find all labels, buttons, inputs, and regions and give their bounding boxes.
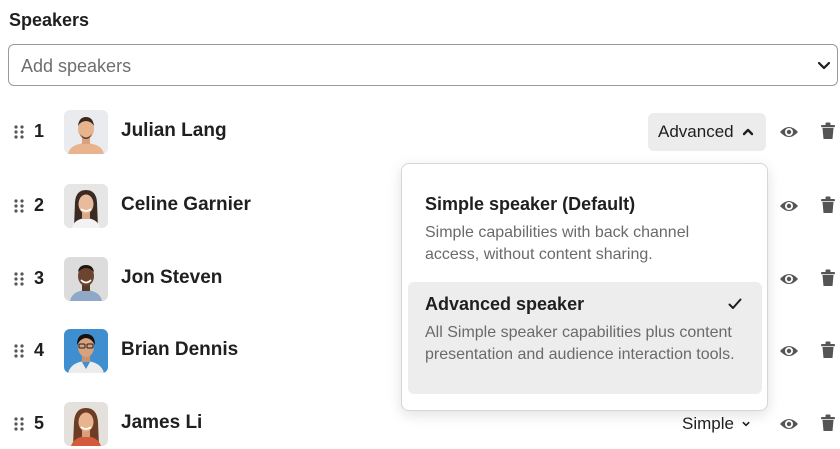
speaker-name: Julian Lang xyxy=(121,120,227,141)
add-speakers-placeholder: Add speakers xyxy=(21,56,132,76)
add-speakers-input[interactable]: Add speakers xyxy=(8,44,838,86)
speaker-number: 2 xyxy=(34,195,45,215)
eye-icon[interactable] xyxy=(779,342,799,360)
avatar xyxy=(64,110,108,154)
speaker-row: 1 Julian Lang Advanced xyxy=(0,109,840,157)
checkmark-icon xyxy=(728,298,742,309)
eye-icon[interactable] xyxy=(779,123,799,141)
drag-handle-icon[interactable] xyxy=(14,344,24,358)
avatar xyxy=(64,329,108,373)
role-option-description: Simple capabilities with back channel ac… xyxy=(425,224,690,263)
speaker-name: Jon Steven xyxy=(121,267,223,288)
role-option-title: Advanced speaker xyxy=(425,294,585,314)
chevron-down-icon xyxy=(742,421,750,427)
drag-handle-icon[interactable] xyxy=(14,125,24,139)
role-label: Advanced xyxy=(658,122,734,141)
avatar xyxy=(64,184,108,228)
speaker-number: 4 xyxy=(34,340,45,360)
drag-handle-icon[interactable] xyxy=(14,199,24,213)
role-option-description: All Simple speaker capabilities plus con… xyxy=(425,324,735,363)
role-select-button[interactable]: Advanced xyxy=(648,113,766,151)
trash-icon[interactable] xyxy=(820,341,836,359)
chevron-up-icon xyxy=(742,128,753,136)
eye-icon[interactable] xyxy=(779,197,799,215)
role-option-simple[interactable]: Simple speaker (Default) Simple capabili… xyxy=(408,182,762,278)
role-dropdown-menu: Simple speaker (Default) Simple capabili… xyxy=(401,163,768,411)
trash-icon[interactable] xyxy=(820,269,836,287)
trash-icon[interactable] xyxy=(820,196,836,214)
role-label: Simple xyxy=(682,414,734,433)
speaker-number: 1 xyxy=(34,121,45,141)
speakers-title: Speakers xyxy=(9,10,90,30)
trash-icon[interactable] xyxy=(820,122,836,140)
speaker-number: 5 xyxy=(34,413,45,433)
drag-handle-icon[interactable] xyxy=(14,417,24,431)
eye-icon[interactable] xyxy=(779,415,799,433)
speaker-name: Brian Dennis xyxy=(121,339,239,360)
avatar xyxy=(64,402,108,446)
role-option-advanced[interactable]: Advanced speaker All Simple speaker capa… xyxy=(408,282,762,394)
speaker-name: Celine Garnier xyxy=(121,194,251,215)
speaker-number: 3 xyxy=(34,268,45,288)
role-option-title: Simple speaker (Default) xyxy=(425,194,636,214)
avatar xyxy=(64,257,108,301)
chevron-down-icon[interactable] xyxy=(817,58,831,72)
trash-icon[interactable] xyxy=(820,414,836,432)
speaker-name: James Li xyxy=(121,412,203,433)
eye-icon[interactable] xyxy=(779,270,799,288)
drag-handle-icon[interactable] xyxy=(14,272,24,286)
